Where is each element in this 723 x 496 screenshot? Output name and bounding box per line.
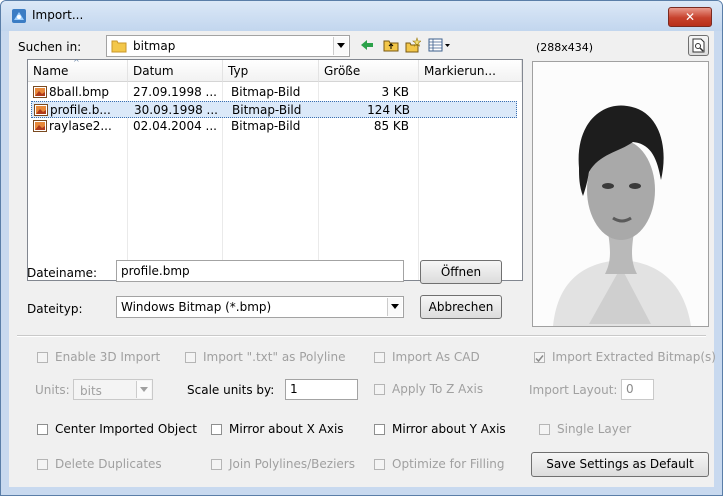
units-dropdown[interactable]: bits — [73, 379, 153, 400]
delete-dup-label: Delete Duplicates — [55, 457, 162, 471]
view-menu-icon[interactable] — [428, 37, 452, 53]
new-folder-icon[interactable] — [405, 37, 421, 53]
open-button[interactable]: Öffnen — [420, 260, 502, 284]
optimize-label: Optimize for Filling — [392, 457, 505, 471]
image-preview — [532, 61, 709, 327]
file-list[interactable]: Name ^ Datum Typ Größe Markierun... 8ball… — [27, 58, 523, 281]
sort-up-icon: ^ — [73, 58, 80, 67]
preview-size: (288x434) — [536, 41, 594, 54]
file-name: profile.b... — [50, 103, 111, 117]
title-bar: Import... ✕ — [1, 1, 722, 31]
preview-toggle-button[interactable] — [688, 35, 709, 56]
cancel-button[interactable]: Abbrechen — [420, 295, 502, 319]
filetype-dropdown[interactable]: Windows Bitmap (*.bmp) — [116, 296, 404, 318]
chevron-down-icon[interactable] — [333, 37, 348, 55]
units-label: Units: — [35, 383, 70, 397]
import-extracted-label: Import Extracted Bitmap(s) — [552, 350, 716, 364]
column-header-date[interactable]: Datum — [128, 60, 223, 82]
look-in-value: bitmap — [133, 39, 176, 53]
import-layout-label: Import Layout: — [529, 383, 618, 397]
join-poly-label: Join Polylines/Beziers — [229, 457, 355, 471]
import-layout-input[interactable]: 0 — [621, 379, 654, 400]
file-date: 27.09.1998 ... — [133, 85, 217, 99]
preview-icon — [692, 38, 704, 53]
column-header-marker[interactable]: Markierun... — [419, 60, 522, 82]
import-cad-label: Import As CAD — [392, 350, 480, 364]
bitmap-file-icon — [33, 86, 47, 98]
file-name: 8ball.bmp — [49, 85, 110, 99]
single-layer-label: Single Layer — [557, 422, 632, 436]
import-txt-checkbox[interactable] — [185, 352, 196, 363]
join-poly-checkbox[interactable] — [211, 459, 222, 470]
import-cad-checkbox[interactable] — [374, 352, 385, 363]
save-default-button[interactable]: Save Settings as Default — [531, 452, 709, 477]
filename-input[interactable]: profile.bmp — [116, 260, 404, 282]
file-row[interactable]: 8ball.bmp 27.09.1998 ... Bitmap-Bild 3 K… — [31, 84, 517, 101]
file-date: 30.09.1998 ... — [134, 103, 218, 117]
file-type: Bitmap-Bild — [231, 119, 301, 133]
check-icon — [535, 355, 544, 363]
mirror-y-checkbox[interactable] — [374, 424, 385, 435]
back-icon[interactable] — [359, 37, 375, 53]
center-label: Center Imported Object — [55, 422, 197, 436]
enable-3d-checkbox[interactable] — [37, 352, 48, 363]
file-type: Bitmap-Bild — [231, 85, 301, 99]
file-row[interactable]: raylase2... 02.04.2004 ... Bitmap-Bild 8… — [31, 118, 517, 135]
dialog-body: Suchen in: bitmap (288x434) Name ^ Datum … — [9, 31, 716, 487]
up-folder-icon[interactable] — [383, 37, 399, 53]
window-title: Import... — [32, 8, 84, 22]
look-in-dropdown[interactable]: bitmap — [106, 35, 350, 57]
single-layer-checkbox[interactable] — [539, 424, 550, 435]
mirror-x-checkbox[interactable] — [211, 424, 222, 435]
column-header-type[interactable]: Typ — [223, 60, 319, 82]
import-extracted-checkbox[interactable] — [534, 352, 545, 363]
optimize-checkbox[interactable] — [374, 459, 385, 470]
filename-label: Dateiname: — [27, 266, 98, 280]
delete-dup-checkbox[interactable] — [37, 459, 48, 470]
scale-label: Scale units by: — [187, 383, 275, 397]
units-value: bits — [80, 384, 102, 398]
apply-z-label: Apply To Z Axis — [392, 382, 484, 396]
apply-z-checkbox[interactable] — [374, 384, 385, 395]
file-date: 02.04.2004 ... — [133, 119, 217, 133]
enable-3d-label: Enable 3D Import — [55, 350, 161, 364]
chevron-down-icon[interactable] — [387, 298, 402, 316]
file-size: 3 KB — [381, 85, 409, 99]
filetype-label: Dateityp: — [27, 302, 83, 316]
file-row-selected[interactable]: profile.b... 30.09.1998 ... Bitmap-Bild … — [31, 101, 517, 118]
scale-input[interactable]: 1 — [285, 379, 358, 400]
chevron-down-icon[interactable] — [136, 381, 151, 398]
import-dialog: Import... ✕ Suchen in: bitmap (288x434) … — [0, 0, 723, 496]
column-header-name[interactable]: Name ^ — [28, 58, 128, 82]
bitmap-file-icon — [34, 104, 48, 116]
bitmap-file-icon — [33, 120, 47, 132]
mirror-x-label: Mirror about X Axis — [229, 422, 344, 436]
folder-icon — [111, 40, 127, 53]
center-checkbox[interactable] — [37, 424, 48, 435]
import-txt-label: Import ".txt" as Polyline — [203, 350, 346, 364]
file-type: Bitmap-Bild — [232, 103, 302, 117]
file-size: 124 KB — [367, 103, 410, 117]
mirror-y-label: Mirror about Y Axis — [392, 422, 506, 436]
column-header-size[interactable]: Größe — [319, 60, 419, 82]
file-name: raylase2... — [49, 119, 112, 133]
filetype-value: Windows Bitmap (*.bmp) — [121, 300, 272, 314]
look-in-label: Suchen in: — [18, 40, 82, 54]
app-icon — [12, 9, 26, 23]
separator — [17, 335, 706, 337]
portrait-image — [533, 62, 708, 326]
file-size: 85 KB — [373, 119, 409, 133]
close-button[interactable]: ✕ — [668, 7, 712, 27]
